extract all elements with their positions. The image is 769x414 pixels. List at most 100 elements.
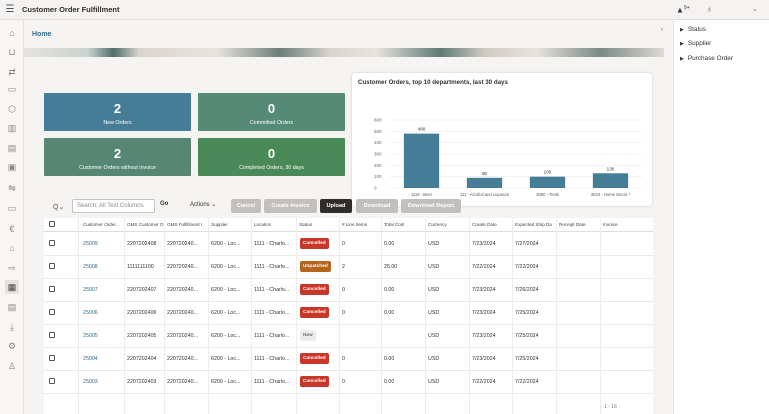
table-row[interactable]: 25004 2207202404 220720240... 6200 - Loc...…: [44, 348, 653, 371]
orders-grid: Customer Order... OMS Customer O OMS Fulfi…: [44, 218, 653, 414]
actions-menu-button[interactable]: Actions ⌄: [190, 201, 216, 208]
column-header[interactable]: Supplier: [211, 222, 228, 227]
row-checkbox[interactable]: [49, 355, 55, 361]
cube-icon[interactable]: ⬡: [5, 102, 19, 116]
chevron-down-icon[interactable]: ⌄: [752, 5, 758, 13]
download-icon[interactable]: ⤓: [5, 320, 19, 334]
person-icon[interactable]: ♙: [5, 359, 19, 373]
select-all-checkbox[interactable]: [49, 221, 55, 227]
download-report-button[interactable]: Download Report: [401, 199, 461, 213]
department-orders-chart: 600 500 400 300 200 100 0 480 1118 - Beer 90 111 -…: [374, 118, 642, 197]
column-header[interactable]: OMS Customer O: [127, 222, 164, 227]
search-icon[interactable]: Q⌄: [53, 203, 64, 211]
search-input[interactable]: Search: All Text Columns: [72, 199, 155, 213]
breadcrumb-home[interactable]: Home: [32, 31, 51, 38]
settings-icon[interactable]: ⚙: [5, 339, 19, 353]
cell-ship: 7/25/2024: [515, 356, 539, 362]
upload-button[interactable]: Upload: [320, 199, 352, 213]
create-invoice-button[interactable]: Create Invoice: [264, 199, 317, 213]
chart-bar[interactable]: [529, 176, 566, 188]
column-header[interactable]: Expected Ship Da: [515, 222, 552, 227]
column-header[interactable]: Invoice: [603, 222, 618, 227]
grid-header: Customer Order... OMS Customer O OMS Fulfi…: [44, 218, 653, 232]
tile-orders-without-invoice[interactable]: 2 Customer Orders without invoice: [44, 138, 191, 176]
pagination[interactable]: ‹ 1 - 16 ›: [601, 404, 620, 410]
bar-data-label: 130: [607, 166, 615, 171]
cell-oms-f: 220720240...: [167, 356, 198, 362]
cell-supplier: 6200 - Loc...: [211, 287, 241, 293]
table-row[interactable]: 25008 1111111100 220720240... 6200 - Loc...…: [44, 256, 653, 279]
column-header[interactable]: Receipt Date: [559, 222, 586, 227]
row-checkbox[interactable]: [49, 378, 55, 384]
row-checkbox[interactable]: [49, 332, 55, 338]
user-icon[interactable]: ♁: [706, 4, 713, 14]
return-icon[interactable]: ⇄: [5, 65, 19, 79]
column-header[interactable]: Create Date: [472, 222, 497, 227]
row-checkbox[interactable]: [49, 286, 55, 292]
euro-icon[interactable]: €: [5, 222, 19, 236]
bank-icon[interactable]: ⌂: [5, 241, 19, 255]
notifications-bell-icon[interactable]: ▲9+: [676, 5, 690, 15]
column-header[interactable]: Status: [299, 222, 312, 227]
table-row[interactable]: 25005 2207202405 220720240... 6200 - Loc...…: [44, 325, 653, 348]
next-page-icon[interactable]: ›: [618, 404, 620, 410]
prev-page-icon[interactable]: ‹: [601, 404, 603, 410]
hamburger-menu-icon[interactable]: ☰: [0, 0, 20, 20]
chart-bar[interactable]: [466, 177, 503, 188]
barcode-icon[interactable]: ▥: [5, 121, 19, 135]
column-header[interactable]: Location: [254, 222, 271, 227]
table-row[interactable]: 25006 2207202406 220720240... 6200 - Loc...…: [44, 302, 653, 325]
order-link[interactable]: 25009: [83, 241, 98, 247]
table-row[interactable]: 25007 2207202407 220720240... 6200 - Loc...…: [44, 279, 653, 302]
column-header[interactable]: Currency: [428, 222, 447, 227]
chart-bar[interactable]: [403, 133, 440, 188]
cell-location: 1111 - Charlo...: [254, 333, 290, 339]
go-button[interactable]: Go: [160, 201, 168, 207]
filter-status[interactable]: ▶ Status: [680, 26, 706, 33]
cell-cost: 0.00: [384, 287, 395, 293]
column-header[interactable]: Total Cost: [384, 222, 404, 227]
cell-ship: 7/25/2024: [515, 333, 539, 339]
cell-cost: 0.00: [384, 379, 395, 385]
document-icon[interactable]: ▤: [5, 141, 19, 155]
cancel-button[interactable]: Cancel: [231, 199, 261, 213]
cell-oms-co: 2207202403: [127, 379, 157, 385]
table-row[interactable]: 25003 2207202403 220720240... 6200 - Loc...…: [44, 371, 653, 394]
column-header[interactable]: # Line Items: [342, 222, 367, 227]
order-link[interactable]: 25006: [83, 310, 98, 316]
report-icon[interactable]: ▤: [5, 300, 19, 314]
customer-order-icon[interactable]: ▦: [5, 280, 19, 294]
tile-completed-orders[interactable]: 0 Completed Orders, 30 days: [198, 138, 345, 176]
home-icon[interactable]: ⌂: [5, 26, 19, 40]
tile-new-orders[interactable]: 2 New Orders: [44, 93, 191, 131]
download-button[interactable]: Download: [356, 199, 398, 213]
order-link[interactable]: 25007: [83, 287, 98, 293]
right-filter-panel: ▶ Status ▶ Supplier ▶ Purchase Order: [673, 20, 769, 414]
tile-committed-orders[interactable]: 0 Committed Orders: [198, 93, 345, 131]
order-link[interactable]: 25004: [83, 356, 98, 362]
collapse-panel-icon[interactable]: ›: [661, 27, 663, 33]
cell-cost: 0.00: [384, 310, 395, 316]
box-icon[interactable]: ▭: [5, 82, 19, 96]
cell-location: 1111 - Charlo...: [254, 310, 290, 316]
transfer-icon[interactable]: ⇋: [5, 181, 19, 195]
filter-purchase-order[interactable]: ▶ Purchase Order: [680, 55, 733, 62]
row-checkbox[interactable]: [49, 309, 55, 315]
filter-supplier[interactable]: ▶ Supplier: [680, 40, 711, 47]
clipboard-icon[interactable]: ▣: [5, 160, 19, 174]
order-link[interactable]: 25003: [83, 379, 98, 385]
column-header[interactable]: OMS Fulfillment I: [167, 222, 202, 227]
app-title: Customer Order Fulfillment: [22, 5, 120, 14]
order-link[interactable]: 25008: [83, 264, 98, 270]
cart-icon[interactable]: ⊔: [5, 45, 19, 59]
main-content: Home 2 New Orders 0 Committed Orders 2 C…: [24, 20, 673, 414]
row-checkbox[interactable]: [49, 263, 55, 269]
truck-icon[interactable]: ⇨: [5, 261, 19, 275]
cell-oms-f: 220720240...: [167, 310, 198, 316]
order-link[interactable]: 25005: [83, 333, 98, 339]
chart-bar[interactable]: [592, 173, 629, 188]
table-row[interactable]: 25009 2207202408 220720240... 6200 - Loc...…: [44, 233, 653, 256]
ticket-icon[interactable]: ▭: [5, 201, 19, 215]
row-checkbox[interactable]: [49, 240, 55, 246]
column-header[interactable]: Customer Order...: [83, 222, 120, 227]
